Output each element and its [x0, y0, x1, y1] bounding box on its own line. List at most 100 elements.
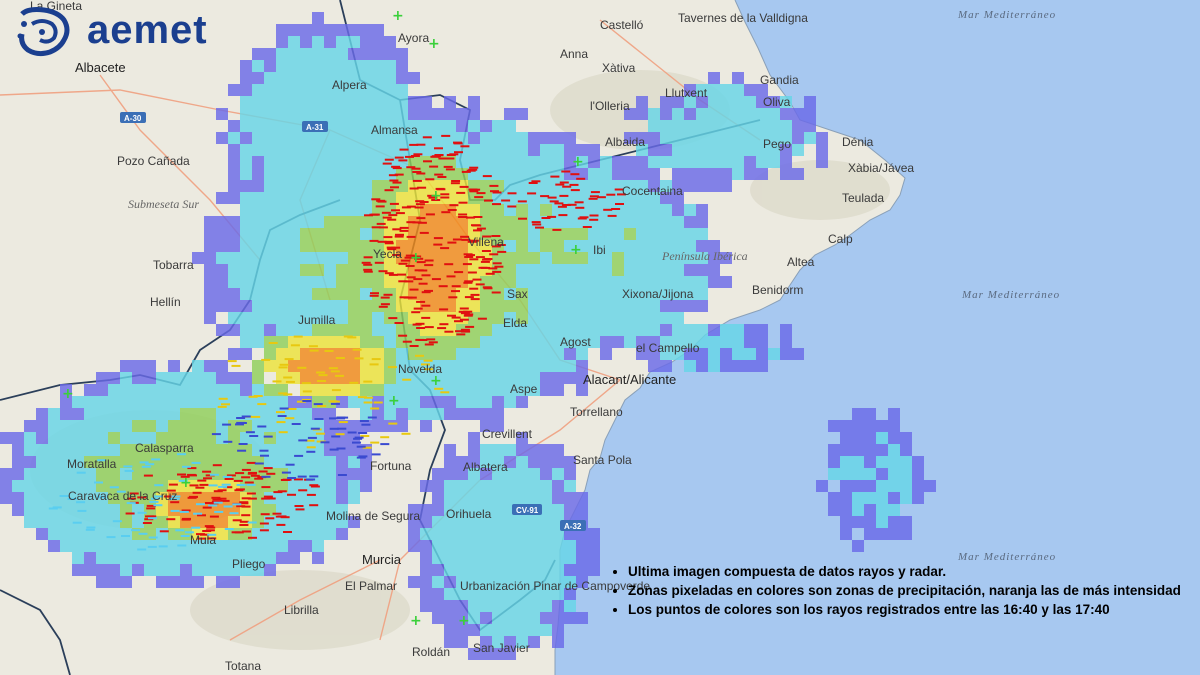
precipitation-pixel	[828, 444, 840, 456]
precipitation-pixel	[240, 216, 252, 228]
lightning-strike	[466, 254, 475, 257]
precipitation-pixel	[528, 516, 540, 528]
place-label: Albatera	[463, 460, 508, 474]
precipitation-pixel	[300, 360, 312, 372]
precipitation-pixel	[216, 372, 228, 384]
precipitation-pixel	[852, 444, 864, 456]
precipitation-pixel	[300, 276, 312, 288]
precipitation-pixel	[192, 516, 204, 528]
precipitation-pixel	[348, 276, 360, 288]
precipitation-pixel	[324, 300, 336, 312]
precipitation-pixel	[396, 72, 408, 84]
lightning-strike	[370, 407, 380, 410]
precipitation-pixel	[120, 468, 132, 480]
precipitation-pixel	[504, 480, 516, 492]
precipitation-pixel	[336, 192, 348, 204]
precipitation-pixel	[408, 384, 420, 396]
precipitation-pixel	[288, 288, 300, 300]
precipitation-pixel	[432, 552, 444, 564]
precipitation-pixel	[648, 108, 660, 120]
lightning-strike	[384, 240, 394, 243]
precipitation-pixel	[564, 288, 576, 300]
svg-text:A-31: A-31	[306, 123, 324, 132]
precipitation-pixel	[792, 348, 804, 360]
precipitation-pixel	[240, 180, 252, 192]
precipitation-pixel	[312, 168, 324, 180]
precipitation-pixel	[420, 540, 432, 552]
precipitation-pixel	[288, 276, 300, 288]
lightning-strike	[370, 441, 380, 444]
precipitation-pixel	[348, 24, 360, 36]
place-label: Xàbia/Jávea	[848, 161, 914, 175]
precipitation-pixel	[348, 264, 360, 276]
lightning-strike	[380, 443, 390, 446]
precipitation-pixel	[792, 120, 804, 132]
precipitation-pixel	[96, 564, 108, 576]
precipitation-pixel	[552, 624, 564, 636]
precipitation-pixel	[540, 180, 552, 192]
precipitation-pixel	[324, 96, 336, 108]
precipitation-pixel	[168, 564, 180, 576]
lightning-strike	[283, 531, 292, 533]
precipitation-pixel	[204, 384, 216, 396]
lightning-strike	[193, 512, 203, 515]
lightning-strike	[238, 443, 248, 445]
precipitation-pixel	[384, 276, 396, 288]
precipitation-pixel	[840, 456, 852, 468]
lightning-strike	[475, 283, 485, 286]
lightning-strike	[213, 501, 223, 504]
precipitation-pixel	[540, 564, 552, 576]
lightning-strike	[146, 507, 156, 510]
precipitation-pixel	[888, 504, 900, 516]
precipitation-pixel	[540, 228, 552, 240]
precipitation-pixel	[336, 96, 348, 108]
precipitation-pixel	[96, 408, 108, 420]
precipitation-pixel	[456, 408, 468, 420]
precipitation-pixel	[504, 360, 516, 372]
precipitation-pixel	[468, 528, 480, 540]
precipitation-pixel	[732, 324, 744, 336]
precipitation-pixel	[276, 336, 288, 348]
precipitation-pixel	[600, 276, 612, 288]
precipitation-pixel	[480, 300, 492, 312]
precipitation-pixel	[312, 540, 324, 552]
lightning-strike	[416, 300, 426, 303]
precipitation-pixel	[420, 516, 432, 528]
lightning-strike	[378, 226, 388, 229]
precipitation-pixel	[264, 360, 276, 372]
lightning-strike	[382, 216, 392, 219]
precipitation-pixel	[516, 612, 528, 624]
precipitation-pixel	[288, 552, 300, 564]
precipitation-pixel	[528, 300, 540, 312]
lightning-strike	[248, 471, 257, 474]
precipitation-pixel	[492, 204, 504, 216]
precipitation-pixel	[300, 96, 312, 108]
lightning-strike	[603, 208, 613, 211]
precipitation-pixel	[516, 456, 528, 468]
lightning-strike	[409, 288, 419, 291]
precipitation-pixel	[336, 324, 348, 336]
precipitation-pixel	[816, 156, 828, 168]
precipitation-pixel	[684, 132, 696, 144]
precipitation-pixel	[156, 528, 168, 540]
precipitation-pixel	[240, 168, 252, 180]
precipitation-pixel	[588, 528, 600, 540]
precipitation-pixel	[48, 492, 60, 504]
place-label: el Campello	[636, 341, 700, 355]
lightning-strike	[589, 218, 599, 221]
lightning-strike	[558, 214, 568, 217]
precipitation-pixel	[108, 504, 120, 516]
lightning-strike	[218, 397, 228, 400]
precipitation-pixel	[528, 360, 540, 372]
precipitation-pixel	[444, 456, 456, 468]
precipitation-pixel	[684, 204, 696, 216]
precipitation-pixel	[552, 300, 564, 312]
precipitation-pixel	[36, 420, 48, 432]
precipitation-pixel	[312, 132, 324, 144]
precipitation-pixel	[396, 408, 408, 420]
precipitation-pixel	[912, 492, 924, 504]
lightning-strike	[398, 159, 408, 162]
lightning-strike	[261, 486, 271, 489]
lightning-strike	[318, 374, 328, 377]
precipitation-pixel	[252, 228, 264, 240]
